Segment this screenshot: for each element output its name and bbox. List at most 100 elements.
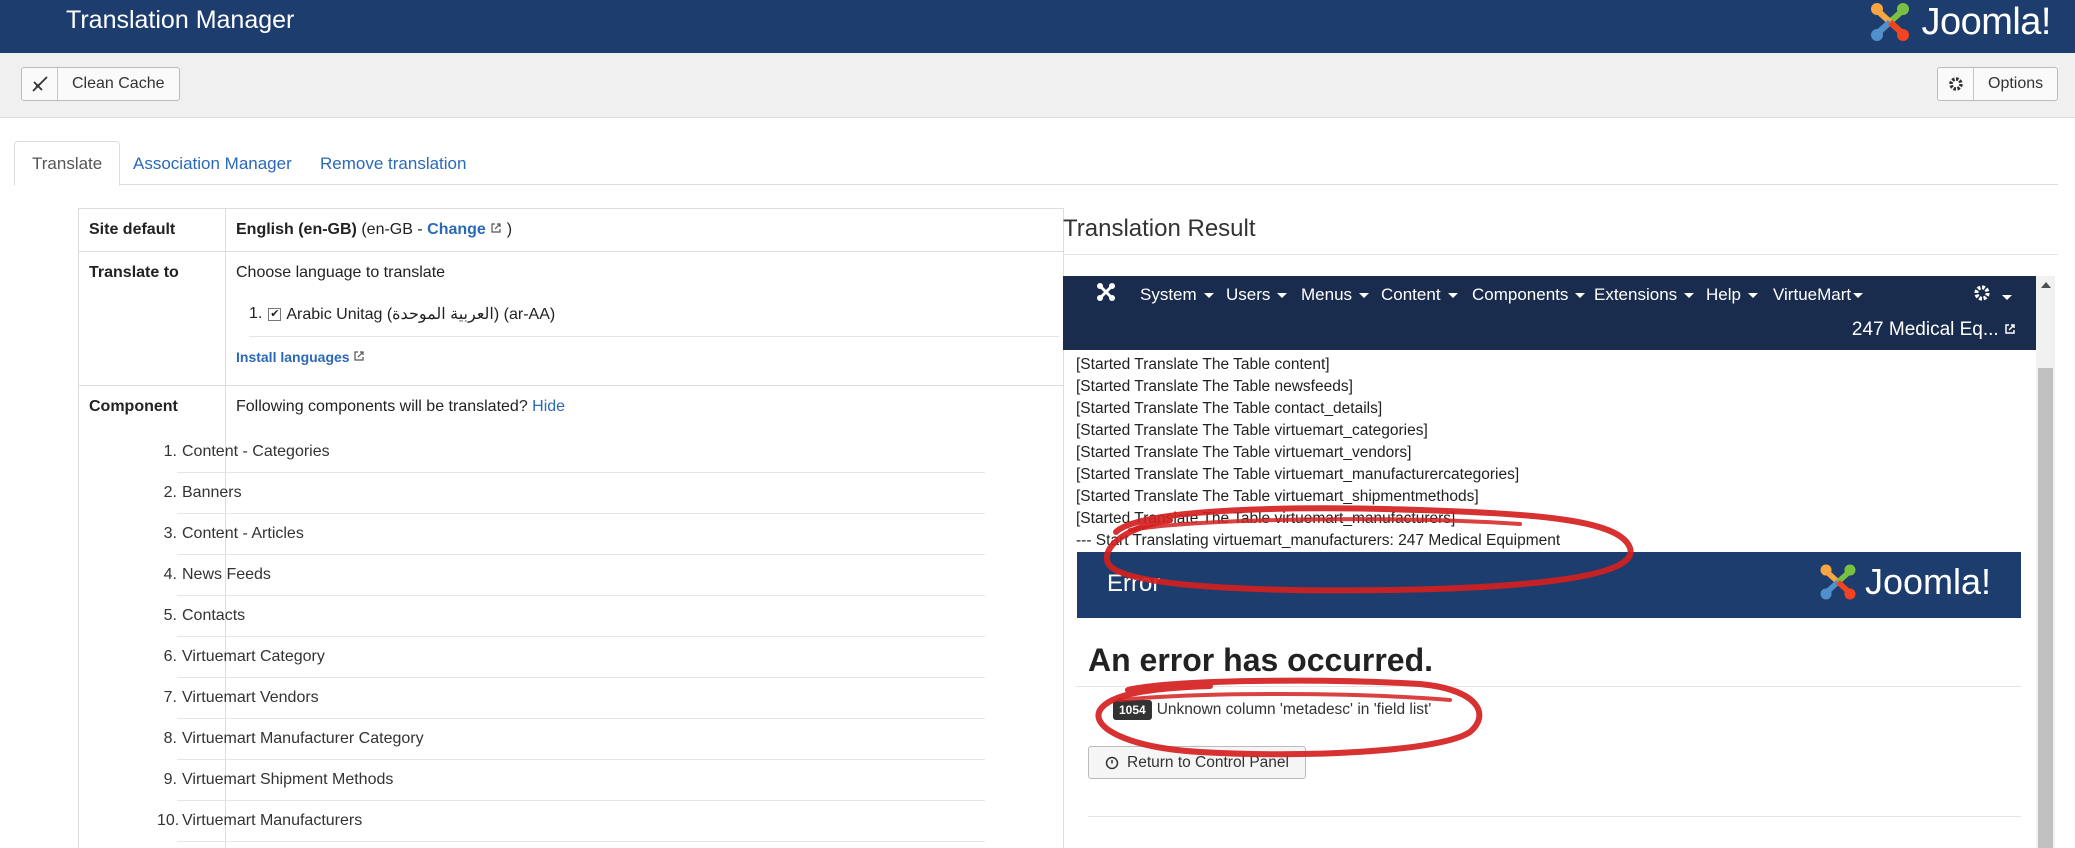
nav-help[interactable]: Help: [1706, 285, 1758, 305]
joomla-wordmark: Joomla!: [1864, 561, 1991, 602]
component-item-label: News Feeds: [182, 566, 271, 583]
site-link-label: 247 Medical Eq...: [1851, 319, 1999, 340]
error-message: 1054 Unknown column 'metadesc' in 'field…: [1113, 700, 1431, 720]
error-header-title: Error: [1107, 570, 1161, 597]
error-message-text: Unknown column 'metadesc' in 'field list…: [1156, 701, 1432, 718]
nav-system[interactable]: System: [1140, 285, 1214, 305]
clean-cache-button[interactable]: Clean Cache: [21, 67, 180, 101]
options-button[interactable]: Options: [1937, 67, 2059, 101]
caret-down-icon: [1359, 293, 1370, 299]
caret-down-icon: [1203, 293, 1214, 299]
checkbox-icon[interactable]: ✔: [268, 307, 282, 321]
tab-remove-translation[interactable]: Remove translation: [303, 141, 483, 186]
nav-content[interactable]: Content: [1381, 285, 1458, 305]
tab-bar: Translate Association Manager Remove tra…: [14, 141, 2058, 186]
translate-to-hint: Choose language to translate: [236, 264, 446, 281]
caret-down-icon: [1684, 293, 1695, 299]
nav-help-label: Help: [1706, 285, 1741, 304]
divider: [1076, 686, 2021, 687]
tab-translate[interactable]: Translate: [14, 141, 121, 186]
external-link-icon: [2005, 324, 2015, 334]
component-item-label: Content - Categories: [182, 443, 330, 460]
nav-virtuemart-label: VirtueMart: [1773, 285, 1852, 304]
translation-log: [Started Translate The Table content] [S…: [1076, 354, 1560, 552]
translation-result-frame: System Users Menus Content Components Ex…: [1063, 276, 2055, 848]
joomla-logo[interactable]: Joomla!: [1865, 0, 2051, 44]
component-item-label: Virtuemart Manufacturers: [182, 812, 363, 829]
caret-down-icon: [2002, 295, 2013, 301]
log-line: [Started Translate The Table virtuemart_…: [1076, 466, 1520, 483]
caret-down-icon: [1447, 293, 1458, 299]
options-label: Options: [1988, 75, 2044, 92]
component-hint: Following components will be translated?: [236, 398, 528, 415]
app-header: [0, 0, 2075, 53]
tab-association-manager[interactable]: Association Manager: [116, 141, 309, 186]
return-button-label: Return to Control Panel: [1127, 753, 1289, 771]
component-item: 9. Virtuemart Shipment Methods: [164, 760, 985, 801]
nav-content-label: Content: [1381, 285, 1441, 304]
component-item-label: Banners: [182, 484, 242, 501]
component-item-label: Virtuemart Manufacturer Category: [182, 730, 424, 747]
translate-to-row: Translate to Choose language to translat…: [78, 251, 1064, 386]
component-item-label: Virtuemart Shipment Methods: [182, 771, 394, 788]
translate-to-label: Translate to: [79, 252, 226, 385]
return-to-control-panel-button[interactable]: Return to Control Panel: [1088, 746, 1306, 779]
divider: [1063, 254, 2058, 255]
site-default-code-prefix: (en-GB -: [361, 221, 428, 238]
site-default-code-suffix: ): [506, 221, 513, 238]
language-item-number: 1.: [249, 305, 263, 322]
nav-users[interactable]: Users: [1226, 285, 1288, 305]
site-link[interactable]: 247 Medical Eq...: [1852, 319, 2016, 341]
language-list-item: 1. ✔ Arabic Unitag (العربية الموحدة) (ar…: [249, 304, 1059, 337]
log-line-current: --- Start Translating virtuemart_manufac…: [1076, 532, 1561, 549]
component-item: 5. Contacts: [164, 596, 985, 637]
component-item: 1. Content - Categories: [164, 432, 985, 473]
nav-extensions-label: Extensions: [1594, 285, 1678, 304]
divider: [1088, 816, 2021, 817]
log-line: [Started Translate The Table virtuemart_…: [1076, 488, 1479, 505]
nav-extensions[interactable]: Extensions: [1594, 285, 1695, 305]
change-language-link[interactable]: Change: [427, 221, 486, 238]
component-list: 1. Content - Categories 2. Banners 3. Conte…: [157, 432, 985, 842]
log-line: [Started Translate The Table content]: [1076, 356, 1330, 373]
component-item: 2. Banners: [164, 473, 985, 514]
gear-icon: [1938, 68, 1974, 100]
site-default-row: Site default English (en-GB) (en-GB - Ch…: [78, 208, 1064, 252]
joomla-logo-icon: [1820, 564, 1856, 600]
external-link-icon: [354, 351, 365, 361]
settings-menu[interactable]: [1973, 284, 2013, 307]
component-item: 3. Content - Articles: [164, 514, 985, 555]
log-line: [Started Translate The Table virtuemart_…: [1076, 422, 1428, 439]
log-line: [Started Translate The Table virtuemart_…: [1076, 510, 1456, 527]
clean-cache-label: Clean Cache: [72, 75, 165, 92]
caret-down-icon: [1575, 293, 1586, 299]
nav-components-label: Components: [1472, 285, 1569, 304]
component-item: 7. Virtuemart Vendors: [164, 678, 985, 719]
site-default-label: Site default: [79, 209, 226, 251]
toolbar: [0, 53, 2075, 118]
hide-components-link[interactable]: Hide: [532, 398, 565, 415]
install-languages-link[interactable]: Install languages: [236, 349, 350, 365]
component-item-label: Virtuemart Vendors: [182, 689, 319, 706]
component-item-label: Content - Articles: [182, 525, 304, 542]
nav-virtuemart[interactable]: VirtueMart: [1773, 285, 1864, 305]
scrollbar-thumb[interactable]: [2038, 368, 2053, 848]
site-default-language: English (en-GB): [236, 221, 357, 238]
error-title: An error has occurred.: [1088, 642, 1433, 678]
component-item: 6. Virtuemart Category: [164, 637, 985, 678]
site-default-value: English (en-GB) (en-GB - Change ): [226, 209, 1063, 251]
language-item-label: Arabic Unitag (العربية الموحدة) (ar-AA): [286, 306, 556, 323]
joomla-logo-icon: [1871, 3, 1910, 41]
scroll-up-arrow-icon[interactable]: [2041, 282, 2051, 288]
nav-components[interactable]: Components: [1472, 285, 1586, 305]
log-line: [Started Translate The Table newsfeeds]: [1076, 378, 1353, 395]
component-item: 4. News Feeds: [164, 555, 985, 596]
error-header: Error Joomla!: [1077, 552, 2021, 618]
inner-admin-navbar: System Users Menus Content Components Ex…: [1063, 276, 2036, 350]
error-joomla-logo: Joomla!: [1815, 559, 1991, 605]
log-line: [Started Translate The Table contact_det…: [1076, 400, 1383, 417]
info-circle-icon: [1105, 756, 1119, 769]
nav-menus[interactable]: Menus: [1301, 285, 1370, 305]
joomla-menu-icon[interactable]: [1095, 281, 1117, 308]
page-title: Translation Manager: [66, 6, 295, 34]
